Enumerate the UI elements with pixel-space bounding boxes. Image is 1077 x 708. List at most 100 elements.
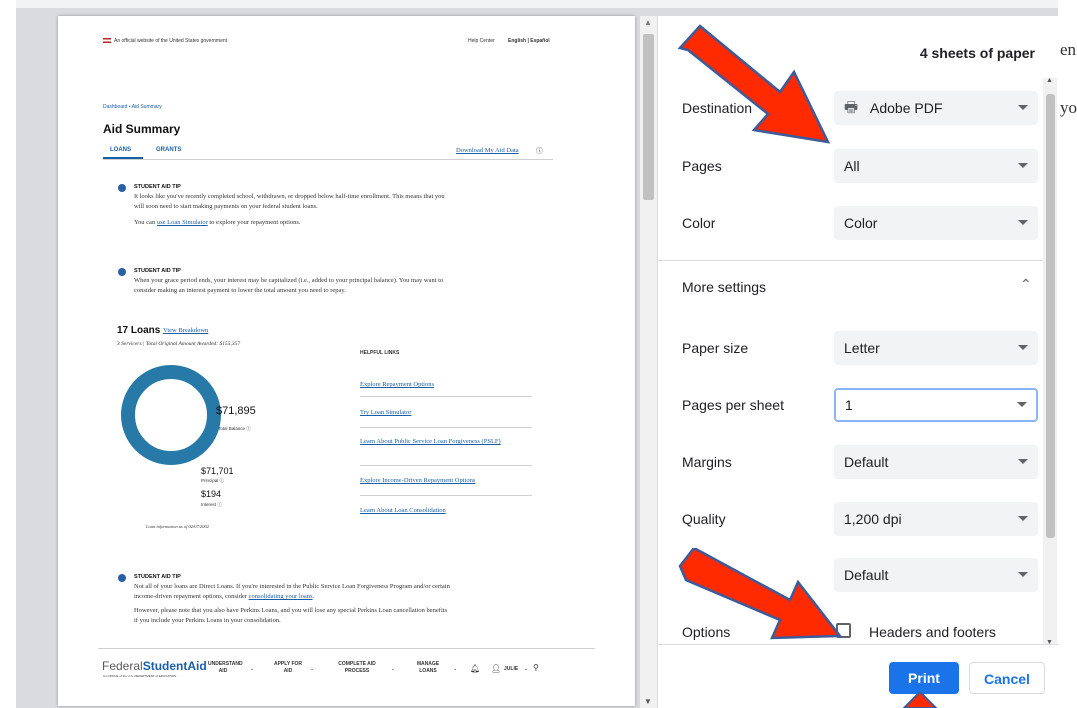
bell-icon[interactable]: 🔔︎ bbox=[470, 664, 480, 673]
helpful-link[interactable]: Explore Repayment Options bbox=[360, 381, 434, 388]
nav-complete-aid-process[interactable]: COMPLETE AID PROCESS bbox=[333, 661, 381, 675]
headers-footers-label[interactable]: Headers and footers bbox=[869, 624, 996, 640]
helpful-link[interactable]: Try Loan Simulator bbox=[360, 409, 411, 416]
nav-manage-loans[interactable]: MANAGE LOANS bbox=[412, 661, 444, 675]
color-label: Color bbox=[682, 215, 716, 231]
info-icon bbox=[118, 574, 126, 582]
info-icon bbox=[118, 268, 126, 276]
margins-value: Default bbox=[844, 454, 889, 470]
divider bbox=[360, 465, 532, 466]
pages-select[interactable]: All bbox=[834, 149, 1038, 183]
tip-text: income-driven repayment options, conside… bbox=[134, 593, 315, 600]
tip-text-post: to explore your repayment options. bbox=[209, 219, 301, 226]
user-name[interactable]: JULIE bbox=[504, 666, 518, 672]
pages-per-sheet-value: 1 bbox=[845, 397, 853, 413]
loans-count-title: 17 Loans bbox=[117, 325, 161, 336]
tip-text: consider making an interest payment to l… bbox=[134, 287, 346, 294]
tip-text-pre: income-driven repayment options, conside… bbox=[134, 593, 247, 600]
total-balance-label: Total Balance ⓘ bbox=[218, 426, 251, 431]
tip-text: It looks like you've recently completed … bbox=[134, 193, 445, 200]
breadcrumb: Dashboard • Aid Summary bbox=[103, 104, 162, 110]
destination-select[interactable]: 🖶 Adobe PDF bbox=[834, 91, 1038, 125]
page-title: Aid Summary bbox=[103, 122, 181, 136]
pages-per-sheet-label: Pages per sheet bbox=[682, 397, 784, 413]
destination-value: Adobe PDF bbox=[870, 100, 943, 116]
divider bbox=[658, 260, 1045, 261]
search-icon[interactable]: ⚲ bbox=[533, 663, 539, 672]
balance-donut-chart bbox=[121, 365, 221, 465]
margins-label: Margins bbox=[682, 454, 732, 470]
nav-understand-aid[interactable]: UNDERSTAND AID bbox=[208, 661, 243, 675]
margins-select[interactable]: Default bbox=[834, 445, 1038, 479]
tab-grants[interactable]: GRANTS bbox=[156, 147, 181, 153]
chevron-down-icon: ⌄ bbox=[453, 666, 458, 672]
help-center-link[interactable]: Help Center bbox=[468, 38, 495, 44]
settings-scroll-thumb[interactable] bbox=[1046, 94, 1055, 538]
helpful-link[interactable]: Learn About Loan Consolidation bbox=[360, 507, 446, 514]
tip-text: will soon need to start making payments … bbox=[134, 203, 318, 210]
tab-loans[interactable]: LOANS bbox=[110, 147, 131, 153]
scroll-up-icon[interactable]: ▲ bbox=[644, 18, 652, 27]
logo-part-studentaid: StudentAid bbox=[142, 659, 207, 673]
sheet-count: 4 sheets of paper bbox=[919, 45, 1035, 61]
helpful-links-title: HELPFUL LINKS bbox=[360, 350, 400, 356]
helpful-link[interactable]: Learn About Public Service Loan Forgiven… bbox=[360, 437, 520, 446]
tip-text: However, please note that you also have … bbox=[134, 607, 448, 614]
divider bbox=[360, 396, 532, 397]
annotation-arrow-destination bbox=[677, 24, 831, 144]
chevron-down-icon: ⌄ bbox=[250, 666, 255, 672]
loan-simulator-link[interactable]: use Loan Simulator bbox=[157, 219, 208, 226]
paper-size-label: Paper size bbox=[682, 340, 749, 356]
fsa-logo: FederalStudentAid bbox=[102, 659, 207, 673]
total-balance-value: $71,895 bbox=[216, 405, 256, 417]
tip-text: You can use Loan Simulator to explore yo… bbox=[134, 219, 301, 226]
more-settings-label: More settings bbox=[682, 279, 767, 295]
interest-label: Interest ⓘ bbox=[201, 502, 222, 507]
cancel-button[interactable]: Cancel bbox=[969, 662, 1045, 694]
tip-text: When your grace period ends, your intere… bbox=[134, 277, 444, 284]
pages-label: Pages bbox=[682, 158, 722, 174]
background-text: en bbox=[1060, 40, 1077, 59]
helpful-link[interactable]: Explore Income-Driven Repayment Options bbox=[360, 477, 475, 484]
tip-text-pre: You can bbox=[134, 219, 156, 226]
background-text: yo bbox=[1060, 98, 1077, 117]
chevron-down-icon bbox=[1018, 163, 1028, 168]
chevron-down-icon bbox=[1018, 516, 1028, 521]
preview-scroll-thumb[interactable] bbox=[643, 34, 654, 200]
paper-size-value: Letter bbox=[844, 340, 880, 356]
chevron-down-icon: ⌄ bbox=[391, 666, 396, 672]
paper-size-select[interactable]: Letter bbox=[834, 331, 1038, 365]
scale-select[interactable]: Default bbox=[834, 558, 1038, 592]
color-select[interactable]: Color bbox=[834, 206, 1038, 240]
logo-part-federal: Federal bbox=[102, 659, 143, 673]
pages-per-sheet-select[interactable]: 1 bbox=[834, 388, 1038, 422]
divider bbox=[360, 427, 532, 428]
info-icon bbox=[118, 184, 126, 192]
principal-value: $71,701 bbox=[201, 466, 234, 476]
quality-value: 1,200 dpi bbox=[844, 511, 902, 527]
chevron-down-icon bbox=[1018, 572, 1028, 577]
download-aid-data-link[interactable]: Download My Aid Data bbox=[456, 147, 519, 154]
us-flag-icon bbox=[103, 38, 111, 43]
fsa-logo-subtitle: An OFFICE of the U.S. DEPARTMENT of EDUC… bbox=[103, 674, 177, 678]
chevron-down-icon bbox=[1017, 402, 1027, 407]
scroll-down-icon[interactable]: ▼ bbox=[644, 697, 652, 706]
quality-select[interactable]: 1,200 dpi bbox=[834, 502, 1038, 536]
nav-apply-for-aid[interactable]: APPLY FOR AID bbox=[271, 661, 305, 675]
scroll-up-icon[interactable]: ▲ bbox=[1046, 77, 1053, 84]
tip-label: STUDENT AID TIP bbox=[134, 184, 181, 190]
help-icon: ⓘ bbox=[536, 148, 543, 155]
user-icon[interactable]: 👤︎ bbox=[491, 664, 501, 673]
tip-text: Not all of your loans are Direct Loans. … bbox=[134, 583, 450, 590]
consolidate-link[interactable]: consolidating your loans bbox=[249, 593, 313, 600]
chevron-down-icon bbox=[1018, 105, 1028, 110]
chevron-down-icon bbox=[1018, 345, 1028, 350]
view-breakdown-link[interactable]: View Breakdown bbox=[163, 327, 208, 334]
more-settings-toggle[interactable]: More settings ⌃ bbox=[658, 268, 1045, 304]
tip-text: if you include your Perkins Loans in you… bbox=[134, 617, 281, 624]
language-toggle[interactable]: English | Español bbox=[508, 38, 550, 44]
print-button[interactable]: Print bbox=[889, 662, 959, 694]
annotation-arrow-print bbox=[902, 692, 938, 708]
color-value: Color bbox=[844, 215, 878, 231]
scroll-down-icon[interactable]: ▼ bbox=[1046, 639, 1053, 646]
